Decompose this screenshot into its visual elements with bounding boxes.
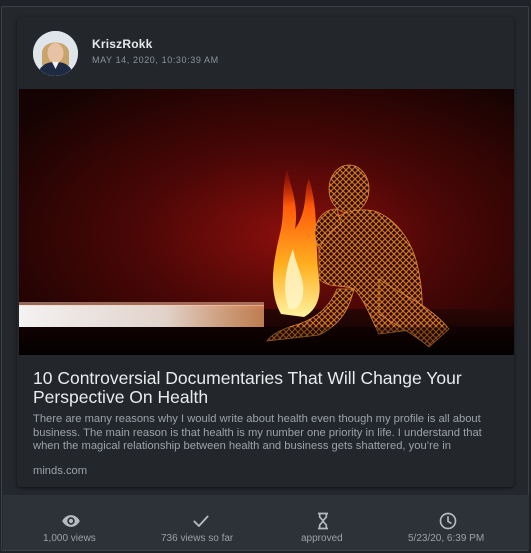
eye-icon (61, 511, 81, 531)
hero-image[interactable] (19, 89, 514, 355)
post-source-link[interactable]: minds.com (33, 465, 87, 477)
post-card: KriszRokk MAY 14, 2020, 10:30:39 AM 10 C… (17, 17, 514, 487)
author-name[interactable]: KriszRokk (92, 37, 153, 51)
avatar[interactable] (33, 31, 78, 76)
stat-date: 5/23/20, 6:39 PM (403, 495, 498, 550)
stat-label: 736 views so far (161, 533, 234, 544)
post-timestamp[interactable]: MAY 14, 2020, 10:30:39 AM (92, 55, 219, 65)
stat-label: 1,000 views (43, 533, 96, 544)
post-header: KriszRokk MAY 14, 2020, 10:30:39 AM (17, 17, 514, 89)
check-icon (191, 511, 211, 531)
stat-views-so-far: 736 views so far (153, 495, 253, 550)
clock-icon (438, 511, 458, 531)
hourglass-icon (313, 511, 333, 531)
stat-views: 1,000 views (31, 495, 111, 550)
post-excerpt: There are many reasons why I would write… (33, 413, 482, 453)
avatar-image (33, 31, 78, 76)
post-frame: KriszRokk MAY 14, 2020, 10:30:39 AM 10 C… (1, 6, 529, 551)
stats-bar: 1,000 views 736 views so far approved 5/… (3, 495, 529, 550)
stat-label: approved (301, 533, 343, 544)
stat-approval: approved (288, 495, 358, 550)
stat-label: 5/23/20, 6:39 PM (408, 533, 485, 544)
post-title[interactable]: 10 Controversial Documentaries That Will… (33, 369, 503, 407)
